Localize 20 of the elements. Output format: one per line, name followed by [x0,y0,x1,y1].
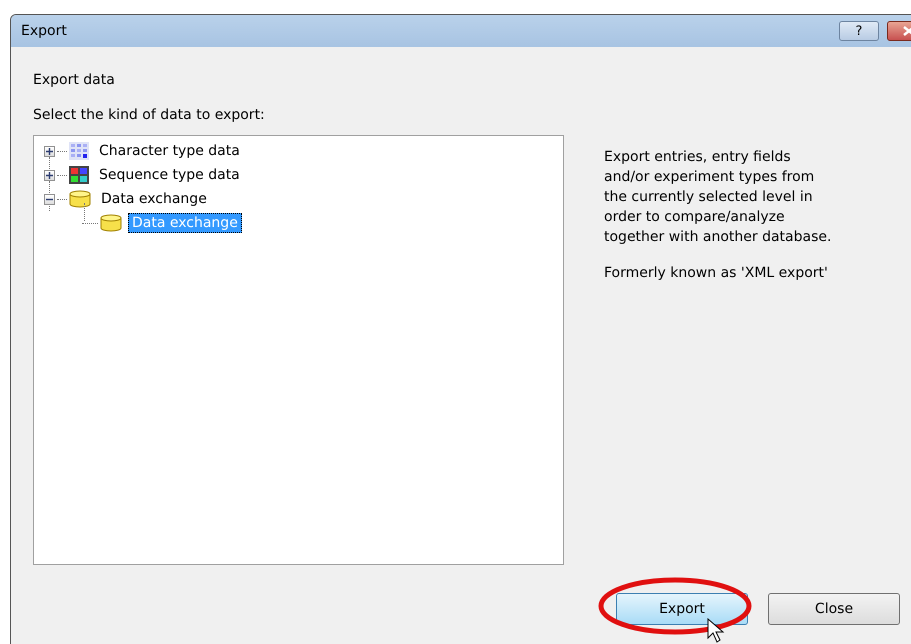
expand-icon[interactable] [44,146,55,156]
export-button[interactable]: Export [616,593,748,625]
database-icon [69,190,91,208]
close-dialog-button[interactable]: Close [768,593,900,625]
section-heading: Export data [33,72,116,88]
tree-item[interactable]: Data exchange [97,189,211,209]
database-icon [100,214,122,232]
description-text: Formerly known as 'XML export' [604,264,829,283]
cursor-icon [707,618,727,644]
description-text: Export entries, entry fields and/or experiment types from the currently selected level in order to compare/analyze together with another database. [604,148,832,247]
help-button[interactable]: ? [839,21,879,41]
collapse-icon[interactable] [44,194,55,204]
grid-icon [69,142,89,160]
data-tree[interactable]: Character type data Sequence type data Data exchange Data exchange [33,135,564,565]
tree-item[interactable]: Sequence type data [95,165,244,185]
expand-icon[interactable] [44,170,55,180]
window-title: Export [21,23,68,39]
tree-item[interactable]: Character type data [95,141,244,161]
prompt-label: Select the kind of data to export: [33,107,266,123]
acgt-icon [69,166,89,184]
